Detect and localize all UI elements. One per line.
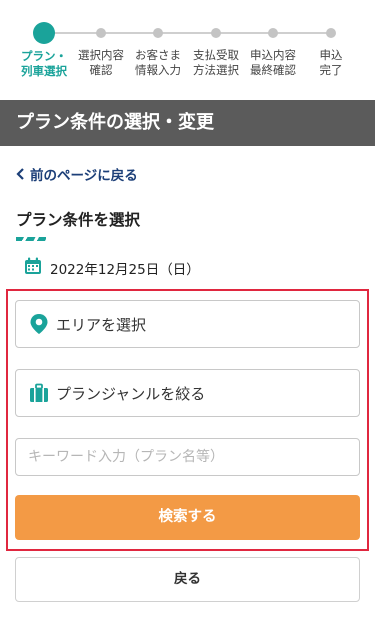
keyword-input[interactable] — [16, 439, 359, 475]
selected-date: 2022年12月25日（日） — [24, 257, 200, 279]
progress-stepper: プラン・ 列車選択 選択内容 確認 お客さま 情報入力 支払受取 方法選択 申込… — [0, 0, 375, 100]
step-indicator-active — [33, 22, 55, 44]
step-indicator — [326, 28, 336, 38]
area-select-label: エリアを選択 — [56, 315, 147, 334]
step-complete: 申込 完了 — [296, 0, 366, 78]
step-indicator — [153, 28, 163, 38]
back-link-label: 前のページに戻る — [30, 168, 138, 184]
step-label: 申込 完了 — [319, 48, 343, 77]
plan-genre-label: プランジャンルを絞る — [56, 384, 206, 403]
search-button[interactable]: 検索する — [15, 495, 360, 540]
plan-genre-select[interactable]: プランジャンルを絞る — [15, 369, 360, 417]
date-text: 2022年12月25日（日） — [50, 262, 200, 278]
step-indicator — [211, 28, 221, 38]
chevron-left-icon — [16, 166, 30, 186]
page-title: プラン条件の選択・変更 — [0, 100, 375, 146]
back-to-previous-link[interactable]: 前のページに戻る — [16, 166, 138, 186]
step-indicator — [96, 28, 106, 38]
back-button[interactable]: 戻る — [15, 557, 360, 602]
suitcase-icon — [28, 383, 50, 403]
title-underline-decoration — [16, 237, 46, 241]
section-title: プラン条件を選択 — [16, 211, 141, 229]
keyword-field[interactable] — [15, 438, 360, 476]
calendar-icon — [24, 257, 42, 279]
map-pin-icon — [28, 313, 50, 335]
step-indicator — [268, 28, 278, 38]
area-select[interactable]: エリアを選択 — [15, 300, 360, 348]
